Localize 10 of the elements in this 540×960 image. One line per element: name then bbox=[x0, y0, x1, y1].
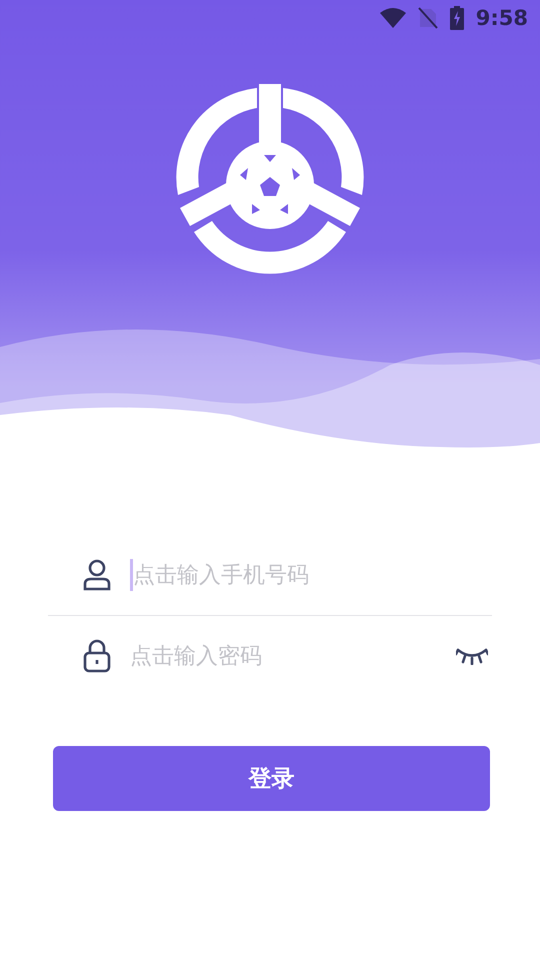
lock-icon bbox=[82, 639, 112, 673]
no-sim-icon bbox=[418, 7, 438, 29]
wifi-icon bbox=[380, 8, 406, 28]
password-field[interactable]: 点击输入密码 bbox=[130, 644, 456, 668]
status-time: 9:58 bbox=[476, 6, 528, 30]
login-button[interactable]: 登录 bbox=[53, 746, 490, 811]
user-icon bbox=[82, 559, 112, 591]
closed-eye-icon[interactable] bbox=[456, 647, 488, 665]
battery-charging-icon bbox=[450, 6, 464, 30]
phone-field[interactable]: 点击输入手机号码 bbox=[133, 562, 488, 588]
